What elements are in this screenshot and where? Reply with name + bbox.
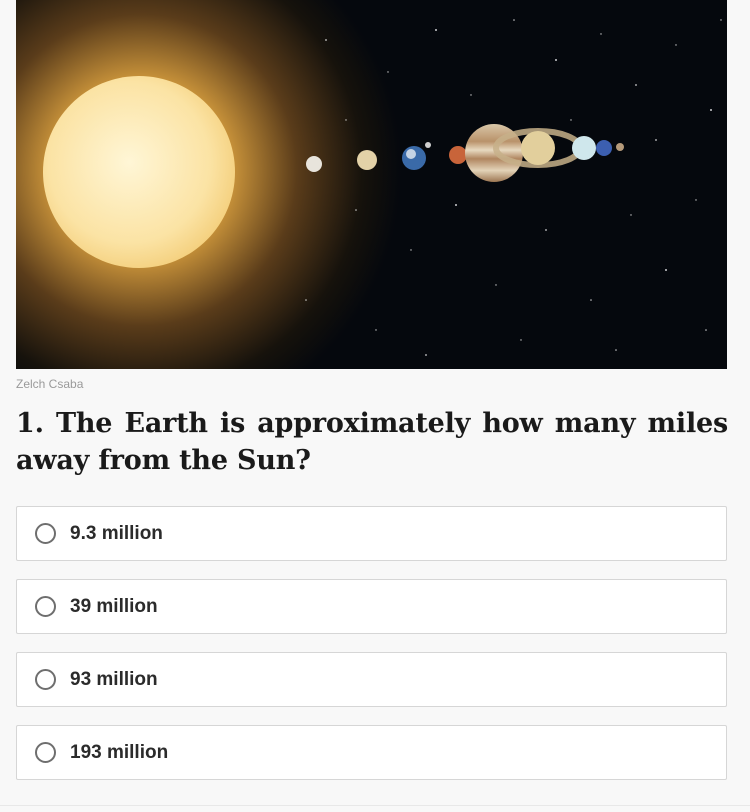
answer-label: 39 million xyxy=(70,595,158,617)
solar-system-image xyxy=(16,0,727,369)
answer-option[interactable]: 9.3 million xyxy=(16,506,727,561)
radio-button-icon[interactable] xyxy=(35,523,56,544)
sun xyxy=(43,76,235,268)
image-credit: Zelch Csaba xyxy=(16,377,84,391)
answer-option[interactable]: 93 million xyxy=(16,652,727,707)
radio-button-icon[interactable] xyxy=(35,669,56,690)
answer-label: 9.3 million xyxy=(70,522,163,544)
divider xyxy=(0,805,750,806)
uranus xyxy=(572,136,596,160)
answer-options: 9.3 million 39 million 93 million 193 mi… xyxy=(16,506,727,798)
mars xyxy=(449,146,467,164)
saturn xyxy=(521,131,555,165)
radio-button-icon[interactable] xyxy=(35,596,56,617)
answer-label: 93 million xyxy=(70,668,158,690)
venus xyxy=(357,150,377,170)
answer-option[interactable]: 193 million xyxy=(16,725,727,780)
radio-button-icon[interactable] xyxy=(35,742,56,763)
moon xyxy=(425,142,431,148)
answer-option[interactable]: 39 million xyxy=(16,579,727,634)
mercury xyxy=(306,156,322,172)
question-text: 1. The Earth is approximately how many m… xyxy=(16,408,728,476)
quiz-page: Zelch Csaba 1. The Earth is approximatel… xyxy=(0,0,750,812)
pluto xyxy=(616,143,624,151)
answer-label: 193 million xyxy=(70,741,169,763)
neptune xyxy=(596,140,612,156)
